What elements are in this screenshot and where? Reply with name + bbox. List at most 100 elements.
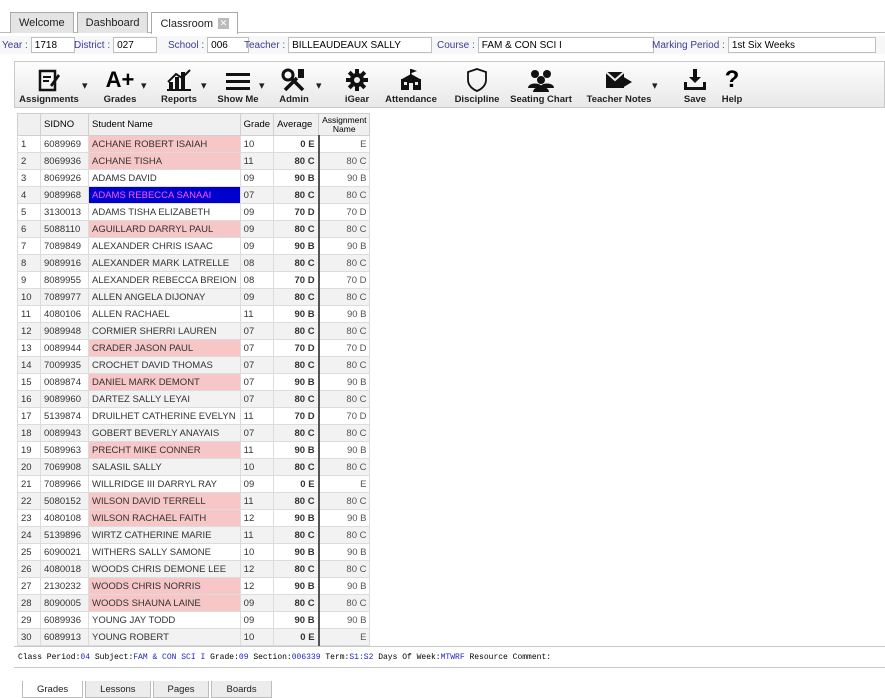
table-row[interactable]: 21 7089966 WILLRIDGE III DARRYL RAY 09 0 EE — [17, 475, 371, 493]
assignment-score-cell[interactable]: 80 C — [318, 492, 371, 510]
bottom-tab-lessons[interactable]: Lessons — [85, 681, 151, 698]
assignments-dropdown-icon[interactable]: ▾ — [82, 79, 88, 92]
assignment-score-cell[interactable]: 90 B — [318, 441, 371, 459]
assignments-button[interactable]: Assignments — [19, 66, 79, 106]
student-name-cell[interactable]: ALEXANDER REBECCA BREION — [88, 271, 241, 289]
assignment-score-cell[interactable]: 90 B — [318, 305, 371, 323]
assignment-score-cell[interactable]: 70 D — [318, 271, 371, 289]
table-row[interactable]: 28 8090005 WOODS SHAUNA LAINE 09 80 C 80 C — [17, 594, 371, 612]
table-row[interactable]: 6 5088110 AGUILLARD DARRYL PAUL 09 80 C 80 C — [17, 220, 371, 238]
table-row[interactable]: 20 7069908 SALASIL SALLY 10 80 C 80 C — [17, 458, 371, 476]
student-name-cell[interactable]: YOUNG JAY TODD — [88, 611, 241, 629]
student-name-cell[interactable]: YOUNG ROBERT — [88, 628, 241, 646]
assignment-score-cell[interactable]: 80 C — [318, 594, 371, 612]
assignment-score-cell[interactable]: E — [318, 135, 371, 153]
student-name-cell[interactable]: ACHANE ROBERT ISAIAH — [88, 135, 241, 153]
assignment-score-cell[interactable]: 80 C — [318, 322, 371, 340]
course-value[interactable]: FAM & CON SCI I — [477, 37, 654, 53]
bottom-tab-pages[interactable]: Pages — [152, 681, 210, 698]
table-row[interactable]: 17 5139874 DRUILHET CATHERINE EVELYN 11 70 D… — [17, 407, 371, 425]
help-button[interactable]: ? Help — [717, 66, 747, 106]
show-me-button[interactable]: Show Me — [215, 66, 261, 106]
assignment-score-cell[interactable]: E — [318, 475, 371, 493]
save-button[interactable]: Save — [677, 66, 713, 106]
student-name-cell[interactable]: ADAMS TISHA ELIZABETH — [88, 203, 241, 221]
student-name-cell[interactable]: PRECHT MIKE CONNER — [88, 441, 241, 459]
assignment-score-cell[interactable]: 80 C — [318, 390, 371, 408]
student-name-cell[interactable]: ADAMS REBECCA SANAAI — [88, 186, 241, 204]
student-name-header[interactable]: Student Name — [88, 113, 241, 136]
table-row[interactable]: 9 8089955 ALEXANDER REBECCA BREION 08 70 D 70… — [17, 271, 371, 289]
tab-dashboard[interactable]: Dashboard — [76, 12, 149, 33]
district-value[interactable]: 027 — [113, 37, 158, 53]
table-row[interactable]: 16 9089960 DARTEZ SALLY LEYAI 07 80 C 80 C — [17, 390, 371, 408]
assignment-score-cell[interactable]: 80 C — [318, 560, 371, 578]
assignment-header[interactable]: Assignment Name — [318, 113, 371, 136]
student-name-cell[interactable]: DARTEZ SALLY LEYAI — [88, 390, 241, 408]
table-row[interactable]: 12 9089948 CORMIER SHERRI LAUREN 07 80 C 80 C — [17, 322, 371, 340]
school-value[interactable]: 006 — [207, 37, 250, 53]
discipline-button[interactable]: Discipline — [447, 66, 507, 106]
assignment-score-cell[interactable]: 90 B — [318, 611, 371, 629]
assignment-score-cell[interactable]: 80 C — [318, 220, 371, 238]
average-header[interactable]: Average — [273, 113, 320, 136]
assignment-score-cell[interactable]: 90 B — [318, 509, 371, 527]
student-name-cell[interactable]: CROCHET DAVID THOMAS — [88, 356, 241, 374]
table-row[interactable]: 4 9089968 ADAMS REBECCA SANAAI 07 80 C 80 C — [17, 186, 371, 204]
igear-button[interactable]: iGear — [337, 66, 377, 106]
student-name-cell[interactable]: WILLRIDGE III DARRYL RAY — [88, 475, 241, 493]
sidno-header[interactable]: SIDNO — [40, 113, 89, 136]
marking-period-value[interactable]: 1st Six Weeks — [727, 37, 876, 53]
show-me-dropdown-icon[interactable]: ▾ — [259, 79, 265, 92]
assignment-score-cell[interactable]: 70 D — [318, 407, 371, 425]
student-name-cell[interactable]: WIRTZ CATHERINE MARIE — [88, 526, 241, 544]
student-name-cell[interactable]: WOODS SHAUNA LAINE — [88, 594, 241, 612]
assignment-score-cell[interactable]: 80 C — [318, 356, 371, 374]
table-row[interactable]: 18 0089943 GOBERT BEVERLY ANAYAIS 07 80 C 80 … — [17, 424, 371, 442]
student-name-cell[interactable]: CORMIER SHERRI LAUREN — [88, 322, 241, 340]
student-name-cell[interactable]: ALEXANDER MARK LATRELLE — [88, 254, 241, 272]
grades-button[interactable]: A+ Grades — [95, 66, 145, 106]
attendance-button[interactable]: Attendance — [383, 66, 439, 106]
student-name-cell[interactable]: CRADER JASON PAUL — [88, 339, 241, 357]
assignment-score-cell[interactable]: 80 C — [318, 424, 371, 442]
table-row[interactable]: 14 7009935 CROCHET DAVID THOMAS 07 80 C 80 C — [17, 356, 371, 374]
teacher-notes-button[interactable]: Teacher Notes — [587, 66, 651, 106]
table-row[interactable]: 22 5080152 WILSON DAVID TERRELL 11 80 C 80 C — [17, 492, 371, 510]
table-row[interactable]: 1 6089969 ACHANE ROBERT ISAIAH 10 0 EE — [17, 135, 371, 153]
assignment-score-cell[interactable]: 80 C — [318, 288, 371, 306]
table-row[interactable]: 8 9089916 ALEXANDER MARK LATRELLE 08 80 C 80 … — [17, 254, 371, 272]
student-name-cell[interactable]: DANIEL MARK DEMONT — [88, 373, 241, 391]
reports-dropdown-icon[interactable]: ▾ — [201, 79, 207, 92]
teacher-notes-dropdown-icon[interactable]: ▾ — [652, 79, 658, 92]
close-icon[interactable]: ✕ — [218, 18, 230, 29]
assignment-score-cell[interactable]: 80 C — [318, 152, 371, 170]
tab-welcome[interactable]: Welcome — [10, 12, 74, 33]
table-row[interactable]: 25 6090021 WITHERS SALLY SAMONE 10 90 B 90 B — [17, 543, 371, 561]
table-row[interactable]: 5 3130013 ADAMS TISHA ELIZABETH 09 70 D 70 D — [17, 203, 371, 221]
table-row[interactable]: 2 8069936 ACHANE TISHA 11 80 C 80 C — [17, 152, 371, 170]
bottom-tab-grades[interactable]: Grades — [22, 681, 84, 698]
table-row[interactable]: 11 4080106 ALLEN RACHAEL 11 90 B 90 B — [17, 305, 371, 323]
table-row[interactable]: 23 4080108 WILSON RACHAEL FAITH 12 90 B 90 B — [17, 509, 371, 527]
table-row[interactable]: 26 4080018 WOODS CHRIS DEMONE LEE 12 80 C 80 … — [17, 560, 371, 578]
student-name-cell[interactable]: ACHANE TISHA — [88, 152, 241, 170]
student-name-cell[interactable]: DRUILHET CATHERINE EVELYN — [88, 407, 241, 425]
assignment-score-cell[interactable]: 70 D — [318, 203, 371, 221]
assignment-score-cell[interactable]: E — [318, 628, 371, 646]
table-row[interactable]: 15 0089874 DANIEL MARK DEMONT 07 90 B 90 B — [17, 373, 371, 391]
assignment-score-cell[interactable]: 90 B — [318, 237, 371, 255]
table-row[interactable]: 3 8069926 ADAMS DAVID 09 90 B 90 B — [17, 169, 371, 187]
student-name-cell[interactable]: WITHERS SALLY SAMONE — [88, 543, 241, 561]
table-row[interactable]: 29 6089936 YOUNG JAY TODD 09 90 B 90 B — [17, 611, 371, 629]
admin-dropdown-icon[interactable]: ▾ — [316, 79, 322, 92]
assignment-score-cell[interactable]: 90 B — [318, 373, 371, 391]
student-name-cell[interactable]: GOBERT BEVERLY ANAYAIS — [88, 424, 241, 442]
student-name-cell[interactable]: ALEXANDER CHRIS ISAAC — [88, 237, 241, 255]
student-name-cell[interactable]: WILSON DAVID TERRELL — [88, 492, 241, 510]
student-name-cell[interactable]: SALASIL SALLY — [88, 458, 241, 476]
assignment-score-cell[interactable]: 90 B — [318, 169, 371, 187]
grades-dropdown-icon[interactable]: ▾ — [141, 79, 147, 92]
reports-button[interactable]: Reports — [155, 66, 203, 106]
table-row[interactable]: 19 5089963 PRECHT MIKE CONNER 11 90 B 90 B — [17, 441, 371, 459]
